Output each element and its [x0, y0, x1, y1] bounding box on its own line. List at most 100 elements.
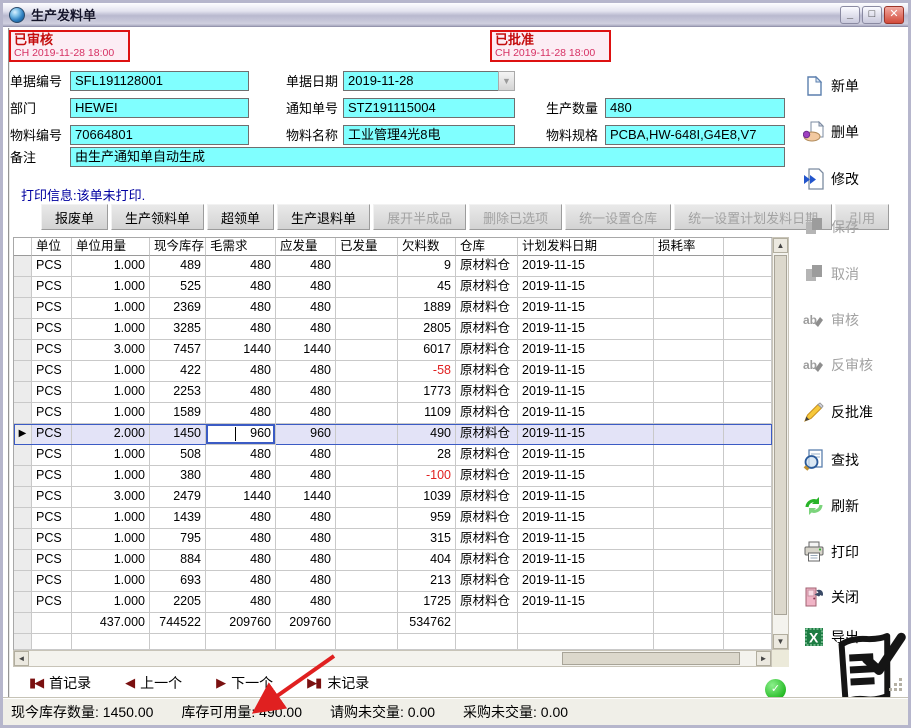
row-indicator[interactable]	[14, 298, 32, 319]
table-row[interactable]: PCS1.000380480480-100原材料仓2019-11-15	[14, 466, 772, 487]
table-cell[interactable]	[654, 298, 724, 319]
table-cell[interactable]: 1773	[398, 382, 456, 403]
table-cell[interactable]: -100	[398, 466, 456, 487]
vertical-scroll-thumb[interactable]	[774, 255, 787, 615]
table-cell[interactable]: 1440	[206, 340, 276, 361]
table-cell[interactable]: 380	[150, 466, 206, 487]
maximize-button[interactable]: □	[862, 6, 882, 24]
table-cell[interactable]: -58	[398, 361, 456, 382]
item-spec-field[interactable]: PCBA,HW-648I,G4E8,V7	[605, 125, 785, 145]
table-cell[interactable]	[654, 613, 724, 634]
sidebar-button-unapprove[interactable]: 反批准	[803, 397, 903, 427]
table-cell[interactable]: 525	[150, 277, 206, 298]
horizontal-scroll-thumb[interactable]	[562, 652, 740, 665]
row-indicator[interactable]	[14, 361, 32, 382]
table-cell[interactable]	[724, 550, 772, 571]
resize-grip[interactable]	[888, 677, 902, 691]
table-cell[interactable]	[724, 613, 772, 634]
table-cell[interactable]	[724, 529, 772, 550]
table-cell[interactable]: 480	[276, 571, 336, 592]
table-cell[interactable]: 1725	[398, 592, 456, 613]
table-row[interactable]: PCS1.00052548048045原材料仓2019-11-15	[14, 277, 772, 298]
table-row[interactable]: PCS1.000693480480213原材料仓2019-11-15	[14, 571, 772, 592]
table-cell[interactable]: 2019-11-15	[518, 592, 654, 613]
table-cell[interactable]: PCS	[32, 361, 72, 382]
grid-header-cell[interactable]: 损耗率	[654, 238, 724, 256]
table-cell[interactable]: 9	[398, 256, 456, 277]
table-cell[interactable]: 480	[206, 298, 276, 319]
table-cell[interactable]: 28	[398, 445, 456, 466]
table-cell[interactable]	[724, 487, 772, 508]
table-cell[interactable]: 7457	[150, 340, 206, 361]
table-row[interactable]: PCS1.000795480480315原材料仓2019-11-15	[14, 529, 772, 550]
table-cell[interactable]	[456, 613, 518, 634]
close-button[interactable]: ✕	[884, 6, 904, 24]
table-cell[interactable]	[724, 592, 772, 613]
table-cell[interactable]: 原材料仓	[456, 529, 518, 550]
sidebar-button-close[interactable]: 关闭	[803, 582, 903, 612]
table-cell[interactable]: 3285	[150, 319, 206, 340]
table-cell[interactable]	[336, 298, 398, 319]
table-cell[interactable]: 480	[206, 571, 276, 592]
table-cell[interactable]: 422	[150, 361, 206, 382]
table-empty-row[interactable]	[14, 634, 772, 650]
table-cell[interactable]	[336, 277, 398, 298]
table-cell[interactable]	[724, 634, 772, 650]
scroll-down-icon[interactable]: ▼	[773, 634, 788, 649]
row-indicator[interactable]	[14, 256, 32, 277]
table-cell[interactable]: 原材料仓	[456, 508, 518, 529]
table-cell[interactable]: PCS	[32, 445, 72, 466]
grid-header-cell[interactable]: 单位用量	[72, 238, 150, 256]
table-cell[interactable]: 480	[276, 529, 336, 550]
table-cell[interactable]	[654, 277, 724, 298]
scroll-left-icon[interactable]: ◄	[14, 651, 29, 666]
table-cell[interactable]: 1589	[150, 403, 206, 424]
table-cell[interactable]: 480	[206, 592, 276, 613]
table-cell[interactable]	[336, 571, 398, 592]
table-cell[interactable]: 3.000	[72, 487, 150, 508]
table-cell[interactable]: PCS	[32, 298, 72, 319]
table-cell[interactable]: 2019-11-15	[518, 487, 654, 508]
row-indicator[interactable]	[14, 487, 32, 508]
grid-header-cell[interactable]: 计划发料日期	[518, 238, 654, 256]
table-cell[interactable]: 2019-11-15	[518, 298, 654, 319]
table-cell[interactable]: 1.000	[72, 403, 150, 424]
table-cell[interactable]	[724, 571, 772, 592]
table-cell[interactable]: 2479	[150, 487, 206, 508]
table-cell[interactable]: 1440	[276, 487, 336, 508]
sidebar-button-find[interactable]: 查找	[803, 445, 903, 475]
table-cell[interactable]	[336, 592, 398, 613]
table-cell[interactable]	[724, 277, 772, 298]
row-indicator[interactable]: ▶	[14, 424, 32, 445]
table-cell[interactable]: 2019-11-15	[518, 340, 654, 361]
table-cell[interactable]: 2019-11-15	[518, 382, 654, 403]
table-row[interactable]: PCS1.00022534804801773原材料仓2019-11-15	[14, 382, 772, 403]
table-cell[interactable]	[336, 340, 398, 361]
table-cell[interactable]: PCS	[32, 466, 72, 487]
table-cell[interactable]: 原材料仓	[456, 382, 518, 403]
table-cell[interactable]: 1.000	[72, 466, 150, 487]
table-cell[interactable]: 2019-11-15	[518, 256, 654, 277]
row-indicator[interactable]	[14, 319, 32, 340]
table-cell[interactable]	[724, 403, 772, 424]
table-cell[interactable]: 2019-11-15	[518, 550, 654, 571]
table-cell[interactable]: 2205	[150, 592, 206, 613]
table-cell[interactable]	[336, 466, 398, 487]
table-cell[interactable]: 480	[206, 550, 276, 571]
table-cell[interactable]	[724, 445, 772, 466]
table-row[interactable]: PCS3.0002479144014401039原材料仓2019-11-15	[14, 487, 772, 508]
sidebar-button-new[interactable]: 新单	[803, 71, 903, 101]
table-cell[interactable]	[336, 361, 398, 382]
table-cell[interactable]: 209760	[276, 613, 336, 634]
table-cell[interactable]: 1.000	[72, 592, 150, 613]
table-cell[interactable]: 480	[206, 361, 276, 382]
table-cell[interactable]: PCS	[32, 424, 72, 445]
table-cell[interactable]: PCS	[32, 382, 72, 403]
table-cell[interactable]	[336, 634, 398, 650]
grid-header-cell[interactable]: 仓库	[456, 238, 518, 256]
table-row[interactable]: PCS1.00050848048028原材料仓2019-11-15	[14, 445, 772, 466]
table-cell[interactable]: 480	[276, 508, 336, 529]
table-cell[interactable]: PCS	[32, 571, 72, 592]
table-cell[interactable]	[724, 340, 772, 361]
table-cell[interactable]: 534762	[398, 613, 456, 634]
